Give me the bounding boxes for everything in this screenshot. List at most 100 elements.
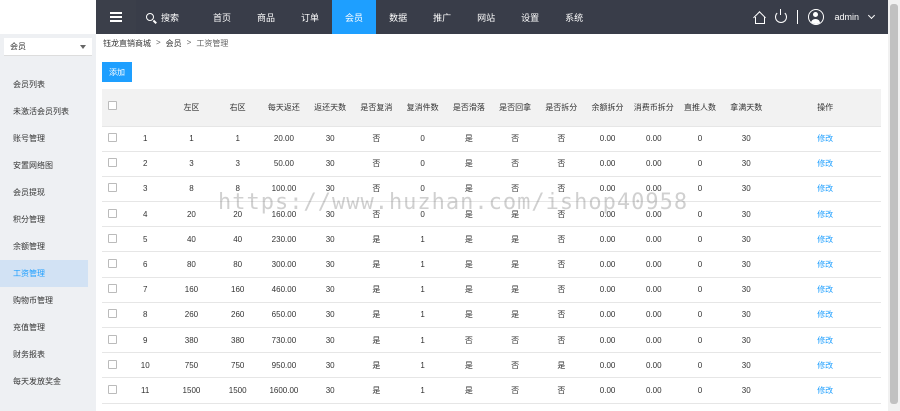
row-checkbox[interactable] [107,233,117,243]
edit-link[interactable]: 修改 [769,251,881,278]
table-cell: 0 [676,302,724,329]
edit-link[interactable]: 修改 [769,201,881,228]
row-checkbox[interactable] [107,208,117,218]
nav-item[interactable]: 推广 [420,0,464,34]
table-cell: 30 [307,226,354,253]
table-cell: 0 [676,226,724,253]
table-cell: 否 [538,226,585,253]
column-header: 直推人数 [676,89,724,127]
scrollbar[interactable] [888,0,900,411]
table-cell: 5 [122,226,169,253]
select-all-checkbox-cell[interactable] [102,89,123,127]
table-cell: 7 [122,277,169,303]
home-icon[interactable] [753,11,766,24]
nav-item[interactable]: 网站 [464,0,508,34]
sidebar-item[interactable]: 会员列表 [0,71,96,98]
table-cell: 否 [491,377,539,404]
column-header: 操作 [769,89,881,127]
edit-link[interactable]: 修改 [769,352,881,379]
table-cell: 是 [445,126,492,152]
column-header: 是否滑落 [445,89,492,127]
search-icon [146,13,154,21]
scroll-thumb[interactable] [890,4,898,404]
breadcrumb-section[interactable]: 会员 [166,38,182,49]
breadcrumb: 钰龙直销商城 > 会员 > 工资管理 [103,38,228,49]
menu-toggle-button[interactable] [96,0,136,34]
sidebar-item[interactable]: 余额管理 [0,233,96,260]
search-button[interactable]: 搜索 [146,0,179,34]
table-cell: 0 [399,176,446,203]
table-cell: 160 [214,277,261,303]
table-cell: 否 [538,327,585,354]
breadcrumb-separator: > [186,38,192,47]
table-cell: 0 [676,251,724,278]
row-checkbox-cell[interactable] [102,352,123,379]
table-body: 1 1 1 20.00 30 否 0 是否否 0.00 0.00 0 30 修改 2 3 3 50.00 30 否 0… [102,126,881,404]
nav-item[interactable]: 订单 [288,0,332,34]
row-checkbox-cell[interactable] [102,151,123,177]
table-cell: 1600.00 [260,377,308,404]
row-checkbox-cell[interactable] [102,251,123,278]
table-cell: 30 [723,277,770,303]
select-all-checkbox[interactable] [107,101,117,111]
sidebar-item[interactable]: 积分管理 [0,206,96,233]
table-cell: 1500 [168,377,215,404]
sidebar-item[interactable]: 财务报表 [0,341,96,368]
nav-item[interactable]: 商品 [244,0,288,34]
nav-item[interactable]: 首页 [200,0,244,34]
row-checkbox-cell[interactable] [102,126,123,152]
row-checkbox-cell[interactable] [102,201,123,228]
username[interactable]: admin [834,12,859,22]
sidebar-item[interactable]: 未激活会员列表 [0,98,96,125]
edit-link[interactable]: 修改 [769,302,881,329]
sidebar-item[interactable]: 会员提现 [0,179,96,206]
row-checkbox[interactable] [107,158,117,168]
avatar-icon[interactable] [808,9,825,25]
table-cell: 0.00 [630,302,677,329]
sidebar-item[interactable]: 充值管理 [0,314,96,341]
table-cell: 30 [723,151,770,177]
row-checkbox[interactable] [107,183,117,193]
nav-item[interactable]: 数据 [376,0,420,34]
edit-link[interactable]: 修改 [769,126,881,152]
row-checkbox-cell[interactable] [102,277,123,303]
nav-item[interactable]: 设置 [508,0,552,34]
row-checkbox-cell[interactable] [102,327,123,354]
module-select[interactable]: 会员 [4,38,92,56]
edit-link[interactable]: 修改 [769,151,881,177]
row-checkbox[interactable] [107,284,117,294]
edit-link[interactable]: 修改 [769,226,881,253]
row-checkbox[interactable] [107,259,117,269]
sidebar-item[interactable]: 购物币管理 [0,287,96,314]
row-checkbox[interactable] [107,359,117,369]
edit-link[interactable]: 修改 [769,377,881,404]
row-checkbox-cell[interactable] [102,176,123,203]
sidebar-item[interactable]: 工资管理 [0,260,88,287]
row-checkbox[interactable] [107,133,117,143]
nav-item[interactable]: 会员 [332,0,377,34]
add-button[interactable]: 添加 [102,62,132,82]
power-icon[interactable] [775,9,788,23]
nav-item[interactable]: 系统 [552,0,596,34]
table-cell: 30 [307,176,354,203]
row-checkbox-cell[interactable] [102,226,123,253]
row-checkbox-cell[interactable] [102,302,123,329]
row-checkbox[interactable] [107,334,117,344]
sidebar-item[interactable]: 账号管理 [0,125,96,152]
row-checkbox-cell[interactable] [102,377,123,404]
edit-link[interactable]: 修改 [769,176,881,203]
row-checkbox[interactable] [107,309,117,319]
table-cell: 0.00 [584,151,631,177]
table-cell: 否 [445,327,492,354]
sidebar-item[interactable]: 每天发放奖金 [0,368,96,395]
table-cell: 0.00 [630,352,677,379]
edit-link[interactable]: 修改 [769,327,881,354]
row-checkbox[interactable] [107,384,117,394]
chevron-down-icon[interactable] [867,11,876,20]
edit-link[interactable]: 修改 [769,277,881,303]
table-cell: 是 [491,251,539,278]
breadcrumb-home[interactable]: 钰龙直销商城 [103,38,151,49]
table-cell: 230.00 [260,226,308,253]
sidebar-item[interactable]: 安置网络图 [0,152,96,179]
table-cell: 30 [307,377,354,404]
